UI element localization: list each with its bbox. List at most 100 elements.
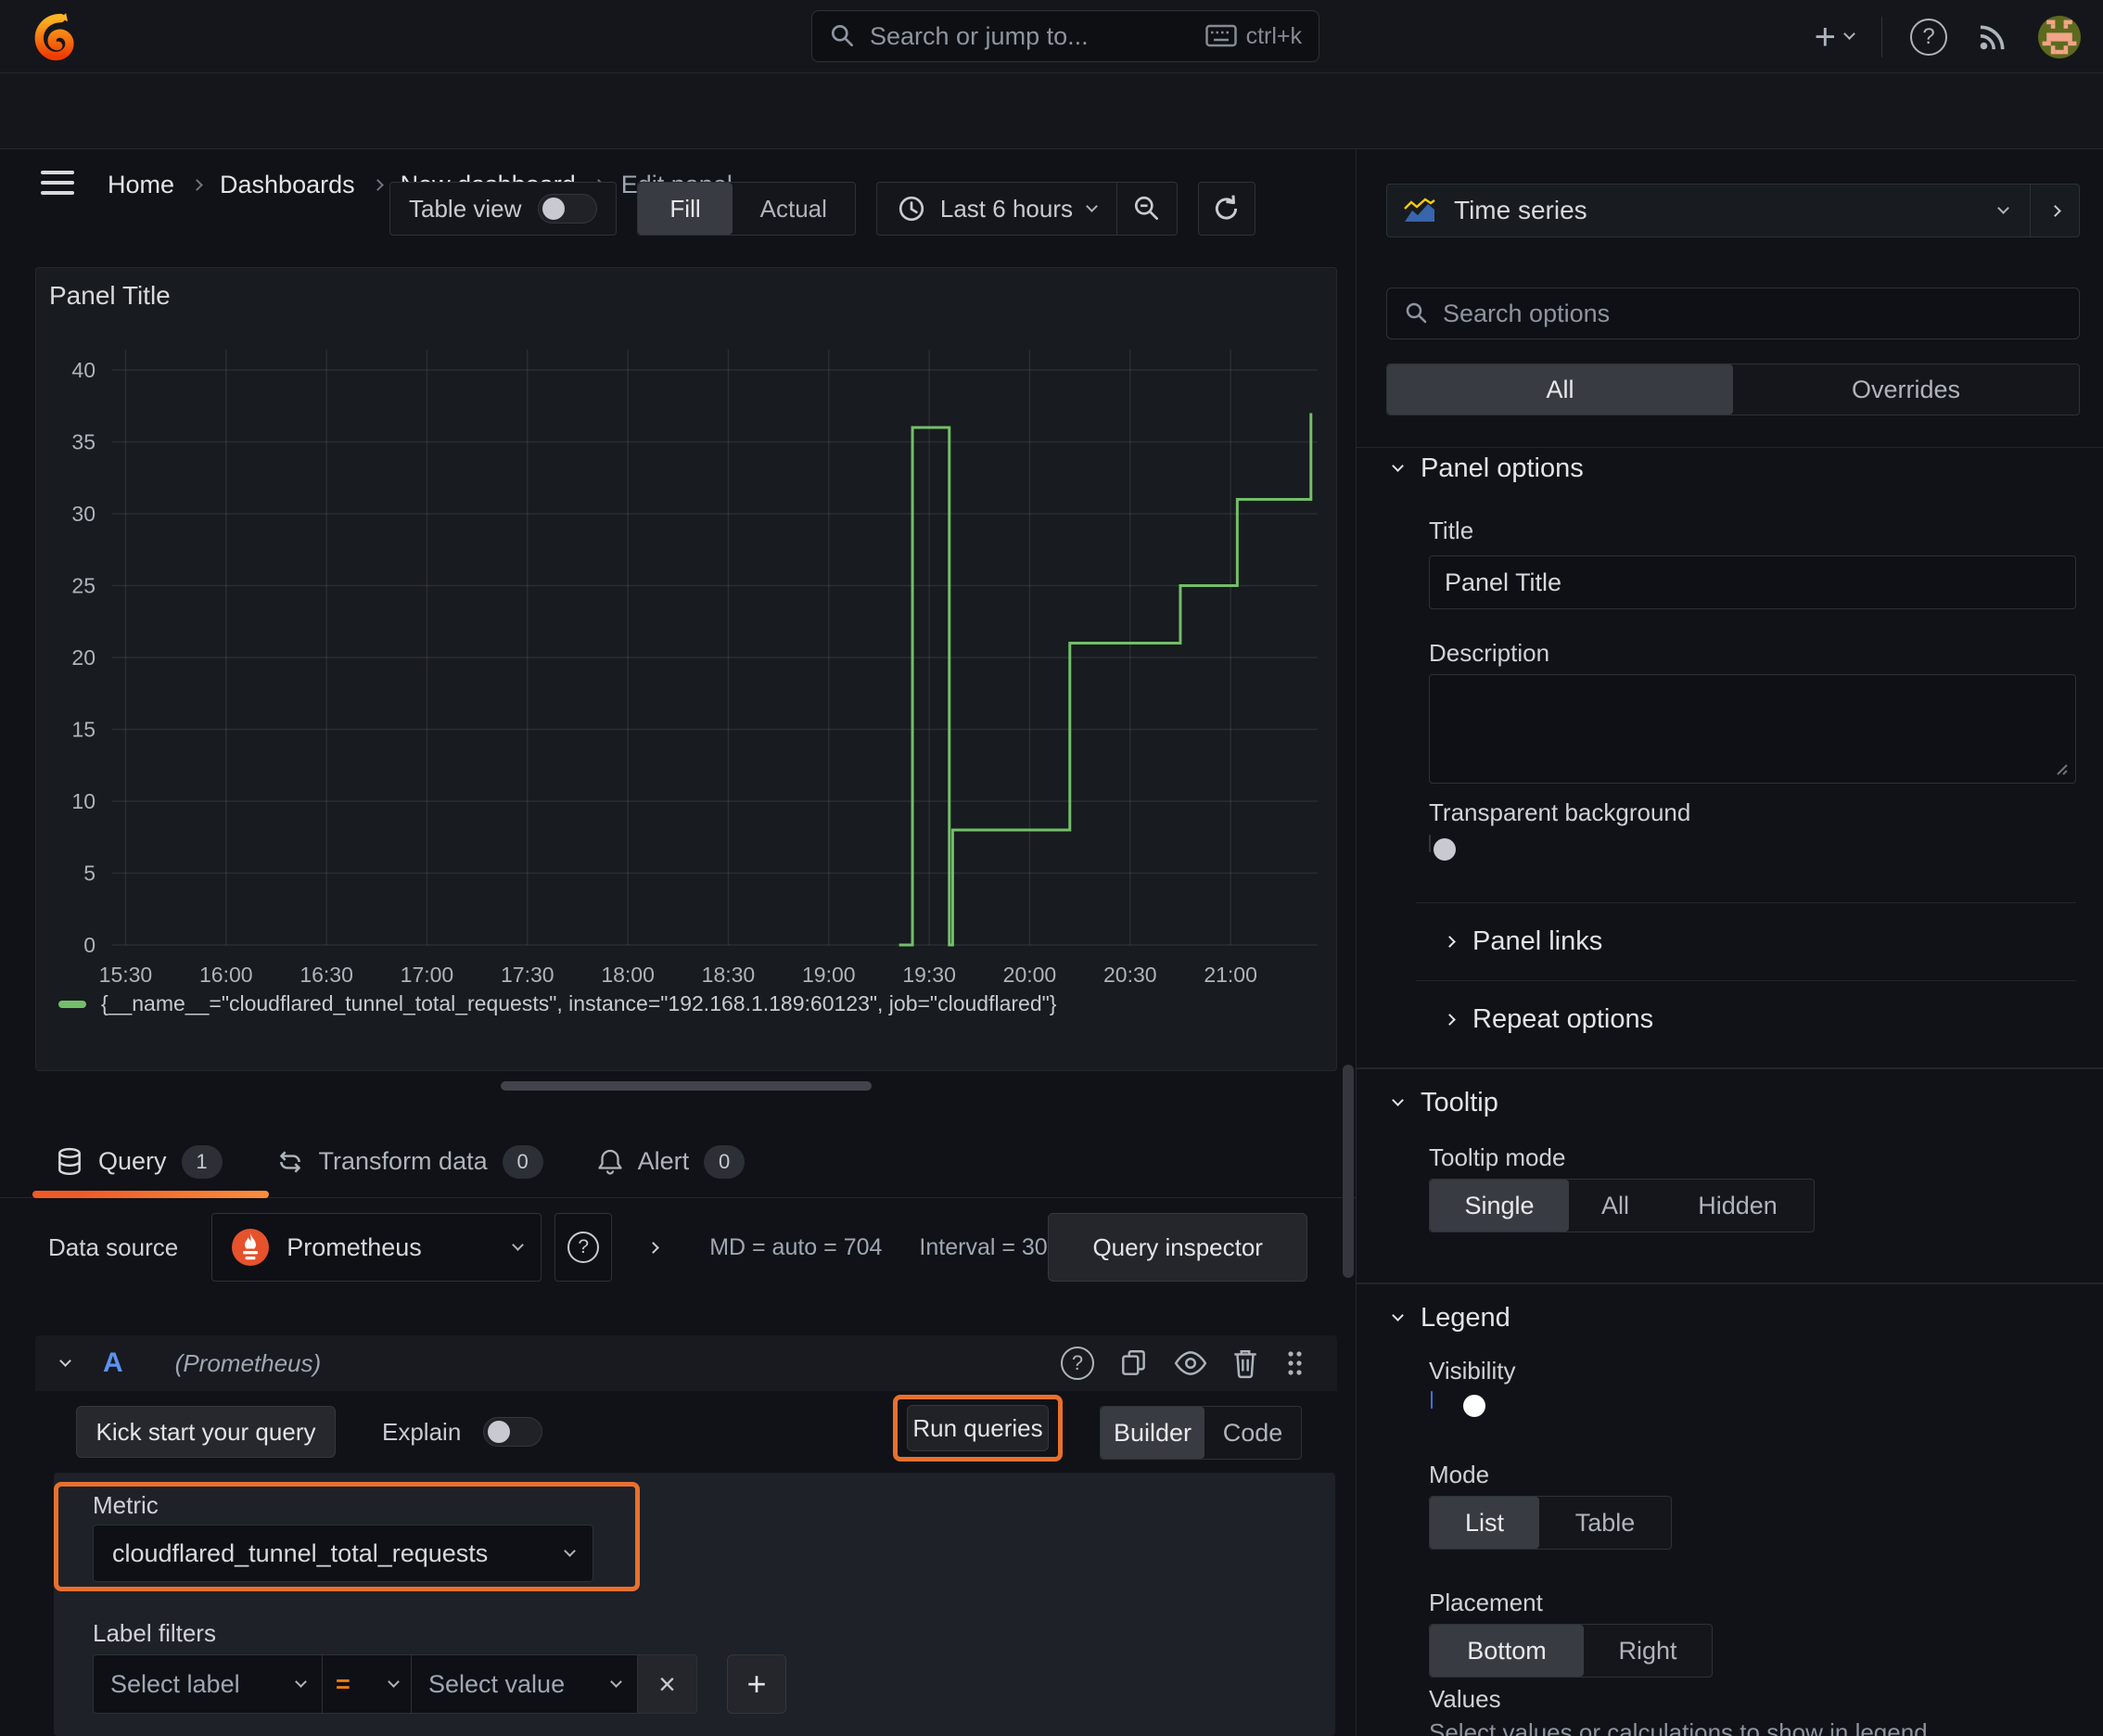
placement-right-option[interactable]: Right — [1584, 1625, 1712, 1677]
trash-icon[interactable] — [1231, 1347, 1259, 1379]
legend-series-swatch[interactable] — [58, 1000, 86, 1008]
query-inspector-button[interactable]: Query inspector — [1048, 1213, 1308, 1282]
interval: Interval = 30s — [919, 1233, 1060, 1260]
tooltip-all-option[interactable]: All — [1569, 1180, 1662, 1232]
tooltip-hidden-option[interactable]: Hidden — [1662, 1180, 1814, 1232]
svg-text:21:00: 21:00 — [1204, 963, 1257, 987]
tab-alert[interactable]: Alert 0 — [597, 1144, 746, 1179]
legend-list-option[interactable]: List — [1430, 1497, 1539, 1549]
tab-query[interactable]: Query 1 — [56, 1144, 223, 1179]
placement-bottom-option[interactable]: Bottom — [1430, 1625, 1584, 1677]
actual-option[interactable]: Actual — [733, 195, 855, 223]
drag-handle-icon[interactable] — [1283, 1347, 1306, 1379]
chevron-down-icon — [388, 1675, 400, 1688]
chevron-down-icon — [1392, 1094, 1404, 1106]
code-option[interactable]: Code — [1204, 1407, 1301, 1459]
select-value-dropdown[interactable]: Select value — [412, 1654, 638, 1714]
collapse-query-icon[interactable] — [59, 1354, 71, 1367]
clock-icon — [898, 195, 925, 223]
repeat-options-section[interactable]: Repeat options — [1444, 1004, 1653, 1035]
panel-options-section[interactable]: Panel options — [1392, 453, 1584, 484]
operator-dropdown[interactable]: = — [323, 1654, 412, 1714]
grafana-logo[interactable] — [32, 11, 80, 63]
legend-series-label[interactable]: {__name__="cloudflared_tunnel_total_requ… — [101, 991, 1056, 1016]
explain-toggle[interactable] — [483, 1417, 543, 1447]
table-view-label: Table view — [409, 194, 522, 223]
visibility-label: Visibility — [1429, 1357, 1516, 1385]
panel-links-section[interactable]: Panel links — [1444, 926, 1602, 957]
all-overrides-tabs: All Overrides — [1386, 364, 2080, 415]
tab-all[interactable]: All — [1387, 364, 1733, 415]
datasource-picker[interactable]: Prometheus — [211, 1213, 542, 1282]
chevron-down-icon — [564, 1544, 576, 1557]
eye-icon[interactable] — [1174, 1349, 1207, 1377]
search-icon — [829, 22, 857, 50]
svg-text:18:00: 18:00 — [601, 963, 655, 987]
title-label: Title — [1429, 517, 1474, 544]
editor-splitter-handle[interactable] — [501, 1081, 872, 1091]
datasource-name: Prometheus — [287, 1232, 422, 1261]
time-series-chart[interactable]: 0 5 10 15 20 25 30 35 40 15:30 16:00 16:30 17:00 17:3… — [36, 268, 1336, 987]
run-queries-button[interactable]: Run queries — [907, 1405, 1049, 1451]
time-series-viz-icon — [1402, 197, 1437, 224]
svg-text:16:00: 16:00 — [199, 963, 253, 987]
search-options-placeholder: Search options — [1443, 299, 1611, 327]
svg-text:25: 25 — [71, 574, 96, 598]
datasource-label: Data source — [48, 1232, 179, 1261]
svg-text:17:00: 17:00 — [401, 963, 454, 987]
panel-preview: Panel Title 0 5 10 15 20 25 30 35 40 15:30 16:00 16… — [35, 267, 1337, 1071]
visibility-toggle[interactable] — [1431, 1391, 1485, 1417]
tab-overrides[interactable]: Overrides — [1733, 364, 2079, 415]
placement-label: Placement — [1429, 1589, 1543, 1616]
nav-divider — [1881, 16, 1882, 57]
query-ref-id[interactable]: A — [103, 1347, 123, 1379]
zoom-out-button[interactable] — [1117, 183, 1177, 235]
scrollbar-thumb[interactable] — [1343, 1065, 1354, 1278]
breadcrumb-home[interactable]: Home — [108, 171, 174, 199]
menu-toggle[interactable] — [41, 171, 74, 195]
time-range-picker[interactable]: Last 6 hours — [877, 183, 1116, 235]
query-help-icon[interactable]: ? — [1061, 1347, 1094, 1380]
transform-icon — [276, 1148, 304, 1176]
query-datasource-hint: (Prometheus) — [174, 1348, 322, 1377]
tab-transform[interactable]: Transform data 0 — [276, 1144, 543, 1179]
legend-table-option[interactable]: Table — [1539, 1497, 1671, 1549]
add-filter-button[interactable]: + — [727, 1654, 786, 1714]
tooltip-section[interactable]: Tooltip — [1392, 1088, 1498, 1118]
time-controls: Last 6 hours — [875, 182, 1178, 236]
news-rss-icon[interactable] — [1975, 19, 2010, 55]
breadcrumb-dashboards[interactable]: Dashboards — [220, 171, 355, 199]
refresh-button[interactable] — [1197, 182, 1255, 236]
new-menu-button[interactable]: + — [1815, 19, 1855, 56]
help-icon[interactable]: ? — [1910, 18, 1947, 56]
remove-filter-button[interactable]: × — [638, 1654, 697, 1714]
viz-picker[interactable]: Time series — [1386, 184, 2080, 237]
tooltip-single-option[interactable]: Single — [1430, 1180, 1569, 1232]
chevron-right-icon[interactable] — [647, 1241, 660, 1254]
fill-option[interactable]: Fill — [638, 183, 733, 235]
kick-start-button[interactable]: Kick start your query — [76, 1406, 336, 1458]
metric-value: cloudflared_tunnel_total_requests — [112, 1538, 489, 1567]
open-viz-list-button[interactable] — [2031, 204, 2079, 217]
legend-mode-switch: List Table — [1429, 1496, 1672, 1550]
table-view-toggle[interactable] — [538, 194, 598, 223]
svg-text:40: 40 — [71, 358, 96, 382]
select-label-dropdown[interactable]: Select label — [93, 1654, 323, 1714]
datasource-help-button[interactable]: ? — [554, 1213, 613, 1282]
builder-option[interactable]: Builder — [1101, 1407, 1204, 1459]
close-icon: × — [658, 1666, 676, 1701]
search-options[interactable]: Search options — [1386, 287, 2080, 339]
transparent-bg-toggle[interactable] — [1429, 835, 1456, 861]
svg-text:20:00: 20:00 — [1003, 963, 1057, 987]
legend-section[interactable]: Legend — [1392, 1303, 1510, 1334]
global-search[interactable]: Search or jump to... ctrl+k — [811, 10, 1319, 62]
duplicate-icon[interactable] — [1118, 1347, 1150, 1379]
title-input[interactable] — [1429, 555, 2076, 609]
query-row-header[interactable]: A (Prometheus) ? — [35, 1335, 1337, 1391]
metric-select[interactable]: cloudflared_tunnel_total_requests — [93, 1525, 593, 1582]
resize-handle-icon[interactable] — [2054, 761, 2069, 776]
avatar[interactable] — [2038, 15, 2081, 58]
search-placeholder: Search or jump to... — [870, 21, 1089, 50]
svg-text:17:30: 17:30 — [501, 963, 554, 987]
description-textarea[interactable] — [1429, 674, 2076, 784]
